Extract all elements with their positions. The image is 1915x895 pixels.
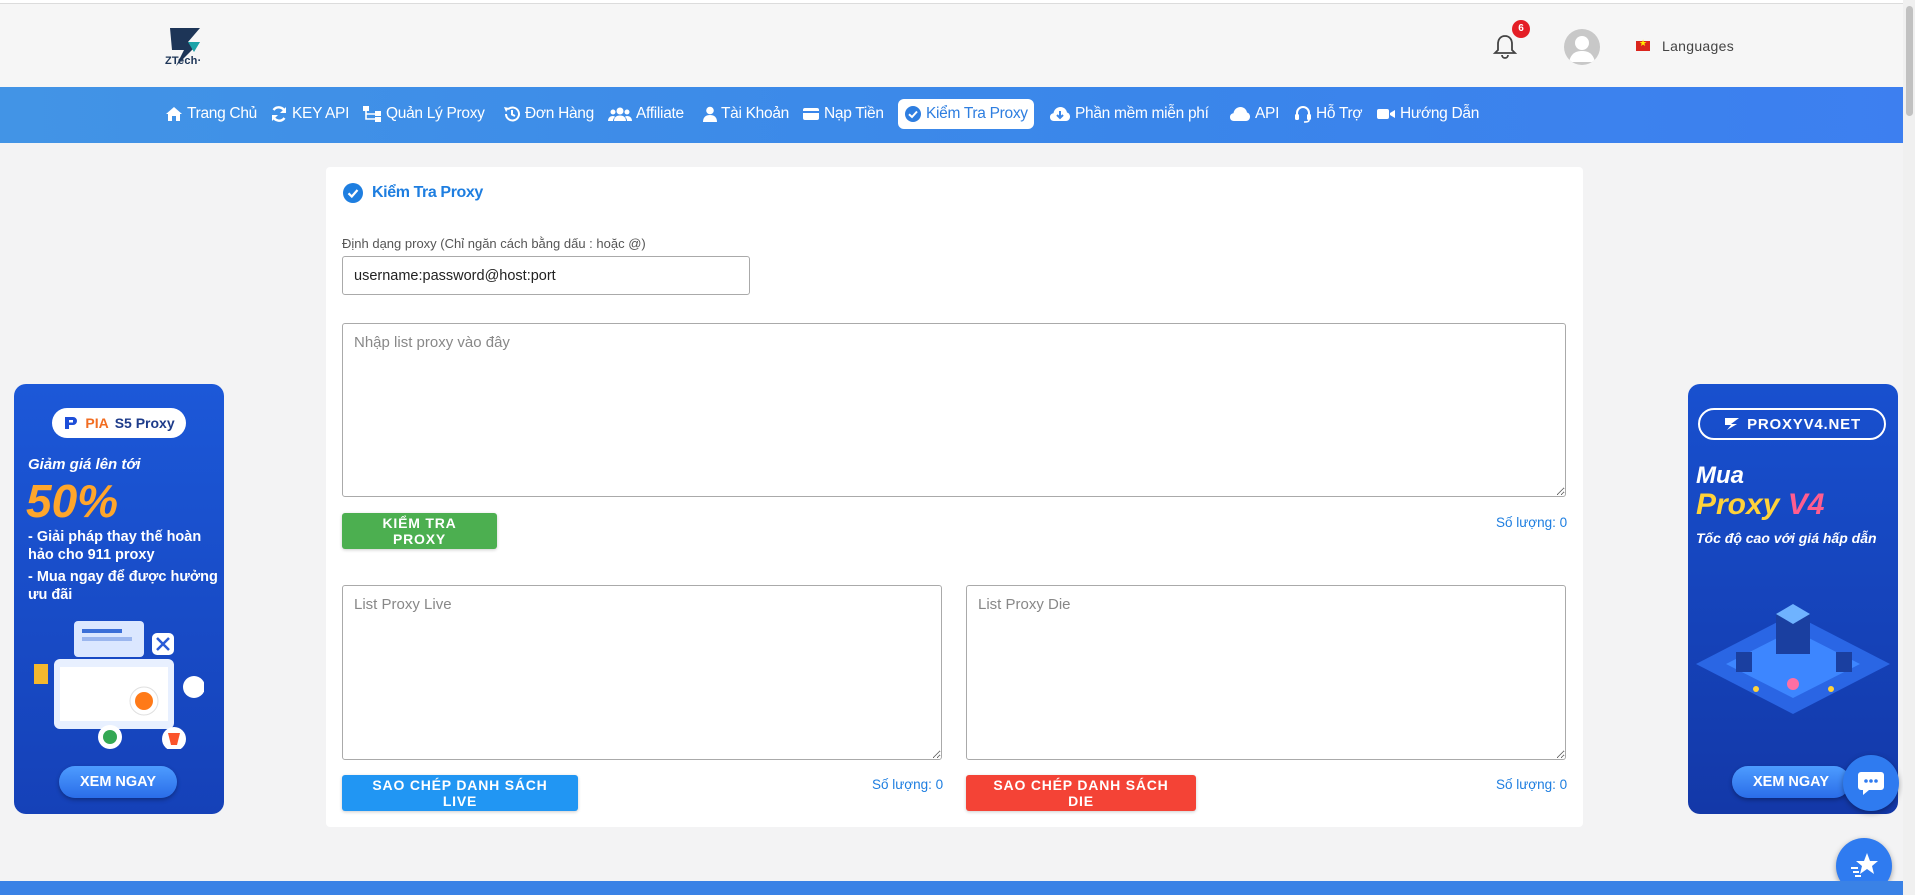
proxyv4-ad[interactable]: PROXYV4.NET Mua Proxy V4 Tốc độ cao với …: [1688, 384, 1898, 814]
copy-live-button[interactable]: SAO CHÉP DANH SÁCH LIVE: [342, 775, 578, 811]
live-proxy-list[interactable]: [342, 585, 942, 760]
pia-brand-badge: PIA S5 Proxy: [52, 408, 186, 438]
vietnam-flag-icon[interactable]: [1636, 38, 1650, 51]
live-count: Số lượng: 0: [872, 777, 944, 792]
pia-logo-icon: [65, 417, 78, 429]
proxyv4-brand-badge: PROXYV4.NET: [1698, 408, 1886, 440]
page-title: Kiểm Tra Proxy: [372, 184, 483, 201]
ad-product-name: Proxy V4: [1696, 488, 1824, 522]
site-header: [0, 4, 1915, 87]
home-icon: [166, 107, 182, 121]
nav-item-affiliate[interactable]: Affiliate: [608, 99, 684, 129]
proxy-format-input[interactable]: [342, 256, 750, 295]
nav-label: API: [1255, 105, 1280, 122]
logo-text: ZTech·: [165, 55, 202, 67]
ad-headline: Giảm giá lên tới: [28, 456, 141, 473]
nav-label: Quản Lý Proxy: [386, 105, 485, 122]
ad-description: - Giải pháp thay thế hoàn hảo cho 911 pr…: [28, 528, 218, 608]
proxyv4-brand-text: PROXYV4.NET: [1747, 415, 1861, 433]
check-circle-icon: [905, 106, 921, 122]
nav-item-home[interactable]: Trang Chủ: [165, 99, 257, 129]
ad-v4-word: V4: [1787, 488, 1825, 521]
nav-item-check-proxy[interactable]: Kiểm Tra Proxy: [898, 99, 1034, 129]
star-icon: [1851, 853, 1878, 877]
nav-item-deposit[interactable]: Nạp Tiền: [802, 99, 884, 129]
nav-label: Tài Khoản: [721, 105, 789, 122]
nav-item-orders[interactable]: Đơn Hàng: [503, 99, 594, 129]
check-proxy-button[interactable]: KIỂM TRA PROXY: [342, 513, 497, 549]
proxy-count: Số lượng: 0: [1496, 515, 1568, 530]
cloud-download-icon: [1050, 107, 1070, 121]
cloud-icon: [1230, 107, 1250, 121]
nav-item-key-api[interactable]: KEY API: [270, 99, 349, 129]
nav-label: KEY API: [292, 105, 350, 122]
user-icon: [703, 106, 717, 122]
nav-label: Hỗ Trợ: [1316, 105, 1363, 122]
refresh-icon: [271, 106, 287, 122]
nav-item-guide[interactable]: Hướng Dẫn: [1376, 99, 1479, 129]
nav-label: Affiliate: [636, 105, 684, 122]
die-count: Số lượng: 0: [1496, 777, 1568, 792]
nav-label: Trang Chủ: [187, 105, 257, 122]
nav-item-support[interactable]: Hỗ Trợ: [1294, 99, 1363, 129]
proxyv4-logo-icon: [1725, 418, 1740, 430]
notification-badge: 6: [1512, 20, 1530, 38]
notification-bell-icon[interactable]: [1492, 32, 1518, 60]
footer-strip: [0, 881, 1915, 895]
wallet-icon: [803, 108, 819, 120]
ad-right-cta-button[interactable]: XEM NGAY: [1732, 766, 1850, 798]
ad-line-1: - Giải pháp thay thế hoàn hảo cho 911 pr…: [28, 529, 202, 563]
copy-die-button[interactable]: SAO CHÉP DANH SÁCH DIE: [966, 775, 1196, 811]
sitemap-icon: [363, 106, 381, 122]
browser-illustration-icon: [34, 621, 204, 749]
nav-item-api[interactable]: API: [1229, 99, 1279, 129]
history-icon: [504, 106, 520, 122]
ad-line-2: - Mua ngay để được hưởng ưu đãi: [28, 569, 218, 603]
chat-icon: [1858, 772, 1884, 795]
pia-s5-proxy-ad[interactable]: PIA S5 Proxy Giảm giá lên tới 50% - Giải…: [14, 384, 224, 814]
user-avatar[interactable]: [1564, 29, 1600, 65]
proxy-format-label: Định dạng proxy (Chỉ ngăn cách bằng dấu …: [342, 236, 646, 251]
ad-discount: 50%: [26, 475, 119, 527]
video-icon: [1377, 109, 1395, 119]
headset-icon: [1295, 106, 1311, 123]
main-navigation: Trang Chủ KEY API Quản Lý Proxy Đơn Hàng…: [0, 87, 1915, 143]
isometric-city-illustration-icon: [1696, 604, 1890, 714]
nav-item-account[interactable]: Tài Khoản: [703, 99, 789, 129]
avatar-person-icon: [1569, 36, 1595, 62]
ad-subtitle: Tốc độ cao với giá hấp dẫn: [1696, 530, 1877, 546]
users-icon: [608, 107, 632, 121]
pia-brand-rest: S5 Proxy: [114, 415, 175, 431]
page-scrollbar[interactable]: [1903, 0, 1915, 895]
card-title: Kiểm Tra Proxy: [342, 182, 483, 204]
nav-label: Nạp Tiền: [824, 105, 884, 122]
languages-selector[interactable]: Languages: [1662, 38, 1734, 54]
ad-proxy-word: Proxy: [1696, 488, 1780, 521]
chat-button[interactable]: [1843, 755, 1899, 811]
pia-brand-text: PIA: [85, 415, 109, 431]
check-circle-icon: [343, 183, 363, 203]
die-proxy-list[interactable]: [966, 585, 1566, 760]
nav-item-proxy-management[interactable]: Quản Lý Proxy: [362, 99, 485, 129]
ad-left-cta-button[interactable]: XEM NGAY: [59, 766, 177, 798]
nav-item-free-software[interactable]: Phần mềm miễn phí: [1049, 99, 1209, 129]
nav-label: Đơn Hàng: [525, 105, 594, 122]
nav-label: Kiểm Tra Proxy: [926, 105, 1028, 122]
nav-label: Hướng Dẫn: [1400, 105, 1480, 122]
ad-buy-word: Mua: [1696, 462, 1744, 489]
nav-label: Phần mềm miễn phí: [1075, 105, 1209, 122]
scrollbar-thumb[interactable]: [1906, 6, 1913, 116]
proxy-list-textarea[interactable]: [342, 323, 1566, 497]
